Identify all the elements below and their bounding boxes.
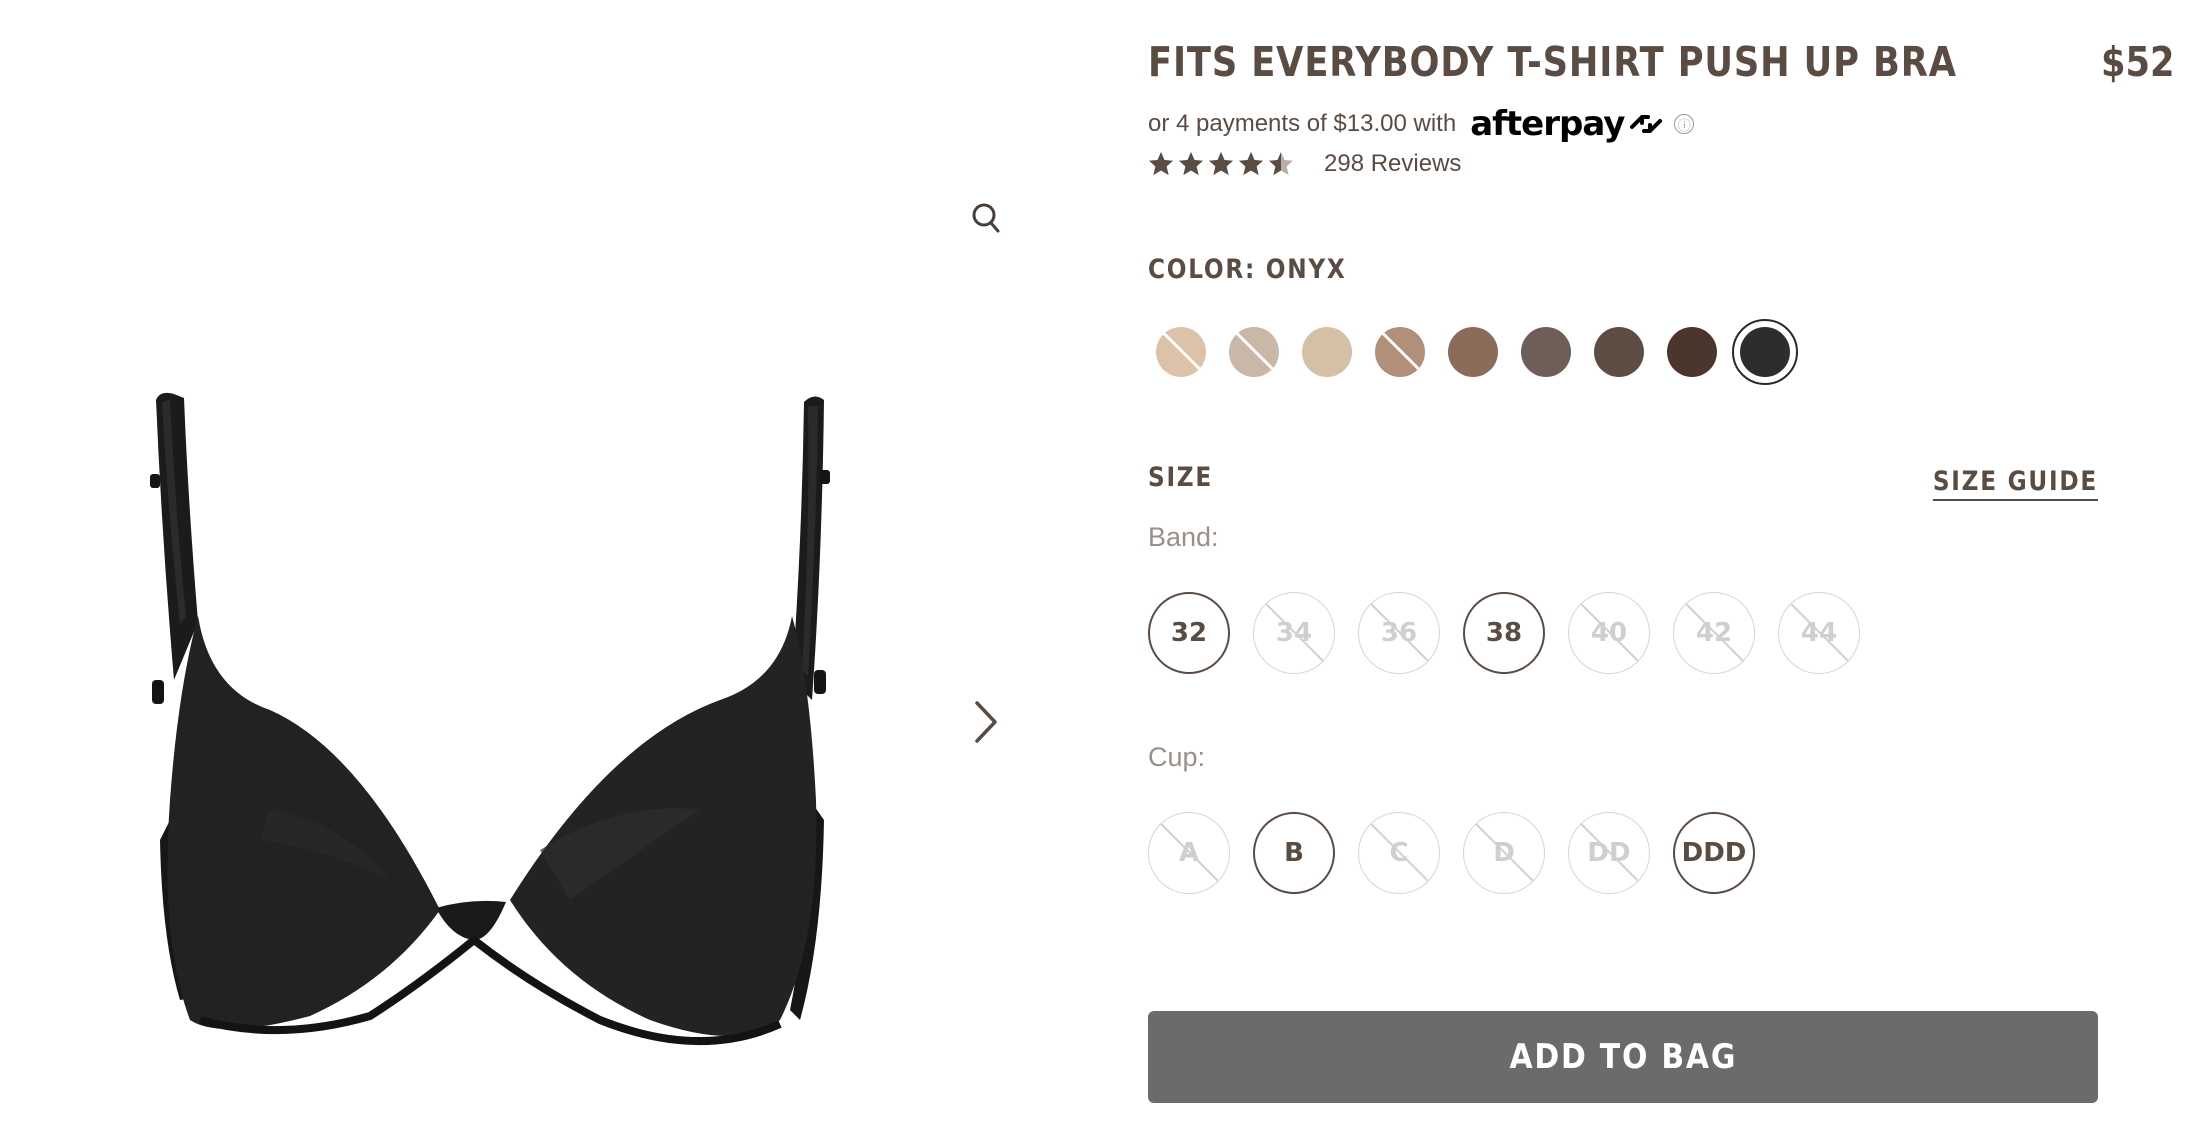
- product-gallery: [0, 0, 1060, 1134]
- color-swatch-fill: [1375, 327, 1425, 377]
- band-size-option[interactable]: 42: [1673, 592, 1755, 674]
- add-to-bag-button[interactable]: ADD TO BAG: [1148, 1011, 2098, 1103]
- star-icon: [1179, 152, 1203, 175]
- title-row: FITS EVERYBODY T-SHIRT PUSH UP BRA $52: [1148, 38, 2174, 86]
- product-title: FITS EVERYBODY T-SHIRT PUSH UP BRA: [1148, 38, 1957, 86]
- rating-row: 298 Reviews: [1148, 146, 1461, 182]
- star-icon: [1269, 152, 1293, 175]
- magnifier-icon: [972, 203, 1000, 233]
- band-size-option[interactable]: 36: [1358, 592, 1440, 674]
- band-options: 32 34 36 38 40 42 44: [1148, 592, 1883, 674]
- cup-options: A B C D DD DDD: [1148, 812, 1778, 894]
- product-details: FITS EVERYBODY T-SHIRT PUSH UP BRA $52 o…: [1148, 0, 2174, 1134]
- afterpay-arrows-icon: [1630, 115, 1663, 133]
- next-image-button[interactable]: [964, 694, 1008, 750]
- color-swatch-fill: [1594, 327, 1644, 377]
- afterpay-row: or 4 payments of $13.00 with afterpay ⓘ: [1148, 104, 1695, 144]
- band-size-option[interactable]: 32: [1148, 592, 1230, 674]
- color-swatch[interactable]: [1732, 319, 1798, 385]
- reviews-link[interactable]: 298 Reviews: [1324, 150, 1461, 178]
- size-guide-link[interactable]: SIZE GUIDE: [1932, 466, 2098, 501]
- cup-size-option[interactable]: DD: [1568, 812, 1650, 894]
- product-price: $52: [2100, 38, 2175, 86]
- color-swatch[interactable]: [1659, 319, 1725, 385]
- band-size-option[interactable]: 44: [1778, 592, 1860, 674]
- color-swatch-fill: [1521, 327, 1571, 377]
- afterpay-logo[interactable]: afterpay: [1470, 104, 1666, 144]
- band-size-option[interactable]: 34: [1253, 592, 1335, 674]
- cup-size-option[interactable]: A: [1148, 812, 1230, 894]
- add-to-bag-label: ADD TO BAG: [1509, 1037, 1737, 1077]
- color-swatch[interactable]: [1294, 319, 1360, 385]
- product-image[interactable]: [140, 380, 840, 1060]
- color-swatch-fill: [1667, 327, 1717, 377]
- cup-size-option[interactable]: DDD: [1673, 812, 1755, 894]
- chevron-right-icon: [975, 701, 997, 743]
- color-swatch-fill: [1448, 327, 1498, 377]
- band-label: Band:: [1148, 522, 1219, 552]
- band-size-option[interactable]: 38: [1463, 592, 1545, 674]
- afterpay-text: or 4 payments of $13.00 with: [1148, 110, 1457, 137]
- star-icon: [1209, 152, 1233, 175]
- color-swatches: [1148, 318, 1805, 386]
- bra-product-image: [150, 392, 830, 1045]
- color-swatch[interactable]: [1440, 319, 1506, 385]
- cup-size-option[interactable]: B: [1253, 812, 1335, 894]
- star-rating: [1148, 151, 1298, 177]
- color-swatch[interactable]: [1586, 319, 1652, 385]
- color-swatch[interactable]: [1367, 319, 1433, 385]
- zoom-button[interactable]: [964, 196, 1008, 240]
- star-icon: [1239, 152, 1263, 175]
- color-label: COLOR: ONYX: [1148, 254, 1347, 285]
- afterpay-brand: afterpay: [1470, 104, 1625, 144]
- color-swatch-fill: [1740, 327, 1790, 377]
- color-swatch-fill: [1156, 327, 1206, 377]
- color-swatch[interactable]: [1148, 319, 1214, 385]
- color-swatch[interactable]: [1513, 319, 1579, 385]
- color-swatch-fill: [1229, 327, 1279, 377]
- star-icon: [1149, 152, 1173, 175]
- band-size-option[interactable]: 40: [1568, 592, 1650, 674]
- cup-size-option[interactable]: D: [1463, 812, 1545, 894]
- cup-size-option[interactable]: C: [1358, 812, 1440, 894]
- size-label: SIZE: [1148, 462, 1213, 493]
- color-swatch[interactable]: [1221, 319, 1287, 385]
- cup-label: Cup:: [1148, 742, 1206, 772]
- info-icon[interactable]: ⓘ: [1674, 114, 1695, 134]
- color-swatch-fill: [1302, 327, 1352, 377]
